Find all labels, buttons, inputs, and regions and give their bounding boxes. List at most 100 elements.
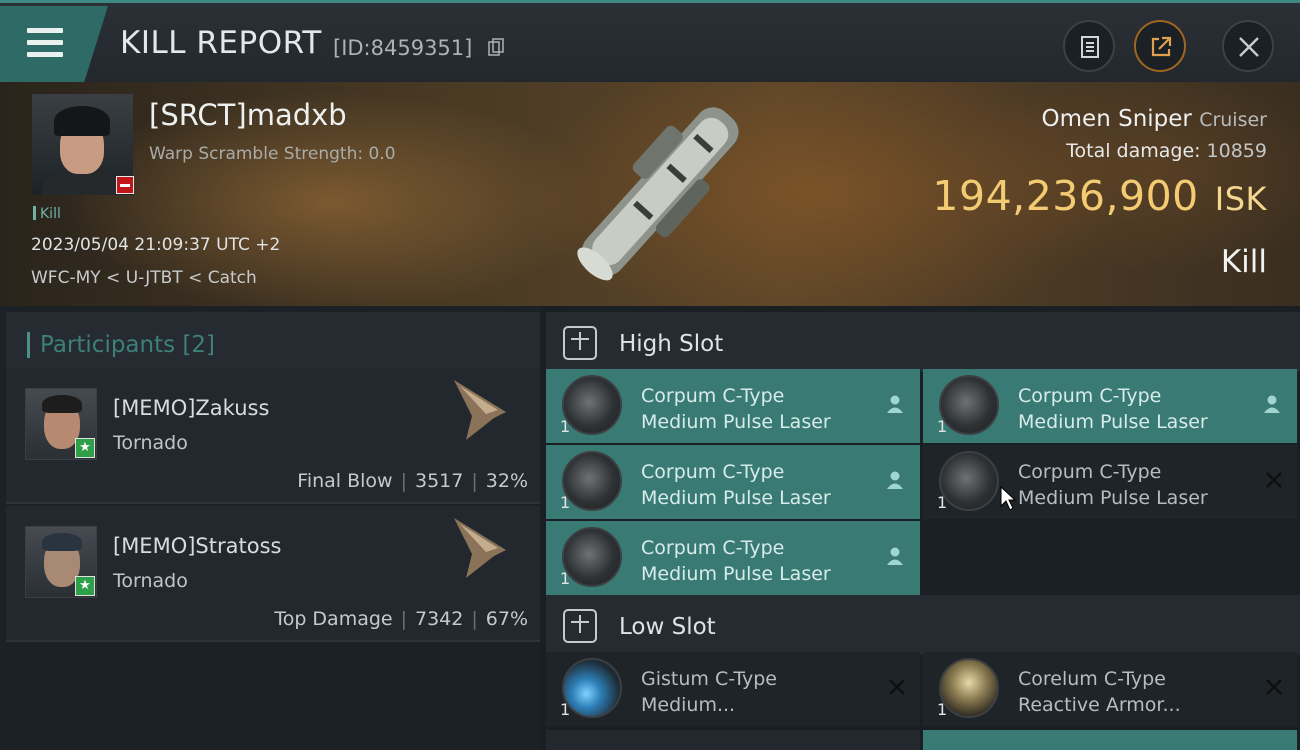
module-item[interactable]: 1 Corpum C-Type Medium Pulse Laser (923, 445, 1297, 519)
module-name: Gistum C-Type Medium... (641, 666, 777, 718)
module-item-partial[interactable] (923, 730, 1297, 750)
person-icon (887, 547, 903, 565)
slot-icon (563, 609, 597, 643)
ship-class: Cruiser (1199, 109, 1267, 131)
participants-header: Participants [2] (6, 312, 540, 370)
module-icon (562, 375, 622, 435)
module-item[interactable]: 1 Corelum C-Type Reactive Armor... (923, 652, 1297, 726)
module-item-partial[interactable] (546, 730, 920, 750)
participant-name[interactable]: [MEMO]Zakuss (113, 396, 269, 420)
participant-ship: Tornado (113, 432, 188, 454)
module-name: Corelum C-Type Reactive Armor... (1018, 666, 1181, 718)
x-icon (1266, 472, 1282, 488)
module-name-line1: Corpum C-Type (1018, 461, 1162, 483)
module-quantity: 1 (560, 493, 571, 512)
tornado-ship-icon[interactable] (446, 512, 516, 582)
module-name: Corpum C-Type Medium Pulse Laser (641, 383, 831, 435)
participant-name[interactable]: [MEMO]Stratoss (113, 534, 281, 558)
minus-icon (116, 176, 134, 194)
module-item[interactable]: 1 Corpum C-Type Medium Pulse Laser (546, 521, 920, 595)
close-button[interactable] (1222, 20, 1274, 72)
module-name-line1: Gistum C-Type (641, 668, 777, 690)
module-quantity: 1 (937, 493, 948, 512)
participant-damage: 3517 (415, 470, 464, 492)
page-title: KILL REPORT (120, 25, 322, 61)
module-item[interactable]: 1 Gistum C-Type Medium... (546, 652, 920, 726)
victim-ship[interactable]: Omen Sniper Cruiser (1042, 106, 1267, 132)
menu-button[interactable] (0, 6, 108, 82)
high-slot-header: High Slot (546, 312, 1300, 372)
copy-icon[interactable] (488, 38, 504, 56)
module-name-line2: Medium Pulse Laser (641, 411, 831, 433)
x-icon (889, 679, 905, 695)
menu-icon (27, 28, 63, 58)
kill-result: Kill (1220, 244, 1267, 280)
isk-amount: 194,236,900 (932, 172, 1199, 220)
participant-stats: Top Damage | 7342 | 67% (274, 608, 528, 630)
slot-icon (563, 326, 597, 360)
module-quantity: 1 (560, 700, 571, 719)
module-icon (939, 658, 999, 718)
clipboard-button[interactable] (1063, 20, 1115, 72)
module-name-line2: Medium Pulse Laser (641, 487, 831, 509)
participant-damage: 7342 (415, 608, 464, 630)
kill-id: [ID:8459351] (333, 36, 473, 60)
module-name-line2: Reactive Armor... (1018, 694, 1181, 716)
module-item[interactable]: 1 Corpum C-Type Medium Pulse Laser (546, 445, 920, 519)
kill-timestamp: 2023/05/04 21:09:37 UTC +2 (31, 235, 281, 255)
star-icon: ★ (75, 438, 95, 458)
low-slot-label: Low Slot (619, 614, 716, 640)
module-name: Corpum C-Type Medium Pulse Laser (641, 459, 831, 511)
total-damage-value: 10859 (1206, 140, 1267, 162)
module-name-line1: Corpum C-Type (1018, 385, 1162, 407)
module-name-line2: Medium Pulse Laser (1018, 411, 1208, 433)
tornado-ship-icon[interactable] (446, 374, 516, 444)
module-icon (939, 375, 999, 435)
module-icon (562, 451, 622, 511)
mouse-cursor (1000, 486, 1016, 511)
module-name-line1: Corpum C-Type (641, 537, 785, 559)
participant-row[interactable]: ★ [MEMO]Stratoss Tornado Top Damage | 7342… (6, 506, 540, 642)
participant-row[interactable]: ★ [MEMO]Zakuss Tornado Final Blow | 3517 | 3… (6, 368, 540, 504)
victim-name[interactable]: [SRCT]madxb (149, 98, 347, 132)
kill-location[interactable]: WFC-MY < U-JTBT < Catch (31, 268, 257, 288)
participants-panel: Participants [2] ★ [MEMO]Zakuss Tornado … (0, 306, 540, 750)
module-name-line2: Medium Pulse Laser (641, 563, 831, 585)
module-quantity: 1 (937, 417, 948, 436)
clipboard-icon (1081, 36, 1099, 58)
participant-percent: 32% (485, 470, 528, 492)
person-icon (1264, 395, 1280, 413)
module-quantity: 1 (560, 569, 571, 588)
module-quantity: 1 (937, 700, 948, 719)
kill-tag: Kill (33, 206, 61, 222)
module-name: Corpum C-Type Medium Pulse Laser (1018, 383, 1208, 435)
x-icon (1266, 679, 1282, 695)
total-damage: Total damage: 10859 (1066, 140, 1267, 162)
participant-role: Top Damage (274, 608, 393, 630)
ship-name: Omen Sniper (1041, 106, 1192, 132)
share-button[interactable] (1134, 20, 1186, 72)
person-icon (887, 471, 903, 489)
external-link-icon (1151, 36, 1172, 57)
module-quantity: 1 (560, 417, 571, 436)
star-icon: ★ (75, 576, 95, 596)
close-icon (1239, 37, 1259, 57)
module-item[interactable]: 1 Corpum C-Type Medium Pulse Laser (546, 369, 920, 443)
participants-title: Participants [2] (40, 332, 215, 358)
participant-role: Final Blow (297, 470, 393, 492)
fitting-panel: High Slot 1 Corpum C-Type Medium Pulse La… (540, 306, 1300, 750)
victim-banner: [SRCT]madxb Warp Scramble Strength: 0.0 … (0, 82, 1300, 306)
module-icon (562, 658, 622, 718)
participant-percent: 67% (485, 608, 528, 630)
victim-ship-render[interactable] (548, 90, 758, 300)
module-name-line2: Medium... (641, 694, 736, 716)
module-name-line1: Corpum C-Type (641, 385, 785, 407)
module-name: Corpum C-Type Medium Pulse Laser (641, 535, 831, 587)
participant-stats: Final Blow | 3517 | 32% (297, 470, 528, 492)
module-name-line2: Medium Pulse Laser (1018, 487, 1208, 509)
person-icon (887, 395, 903, 413)
module-name-line1: Corpum C-Type (641, 461, 785, 483)
module-icon (562, 527, 622, 587)
module-name: Corpum C-Type Medium Pulse Laser (1018, 459, 1208, 511)
module-item[interactable]: 1 Corpum C-Type Medium Pulse Laser (923, 369, 1297, 443)
